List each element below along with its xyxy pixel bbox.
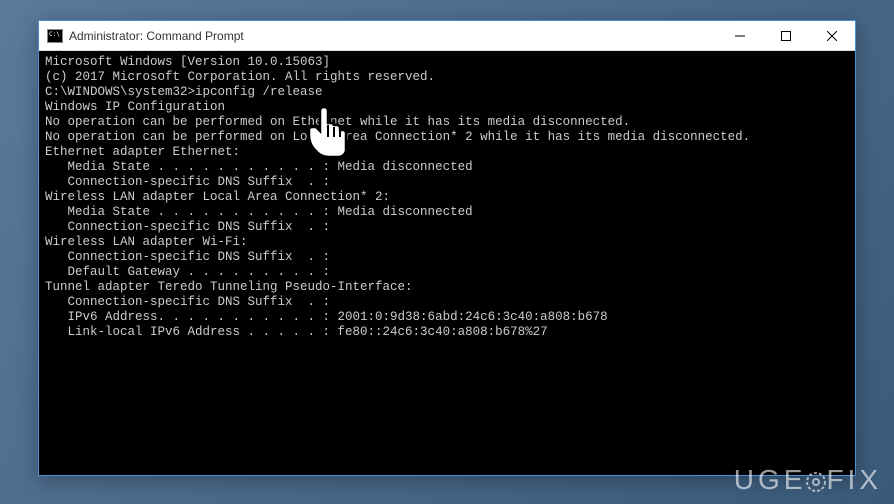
minimize-icon (735, 31, 745, 41)
watermark: UGE FIX (734, 464, 882, 496)
maximize-button[interactable] (763, 21, 809, 50)
terminal-line: Windows IP Configuration (45, 100, 849, 115)
terminal-line: No operation can be performed on Etherne… (45, 115, 849, 130)
terminal-line: Ethernet adapter Ethernet: (45, 145, 849, 160)
cmd-icon (47, 29, 63, 43)
maximize-icon (781, 31, 791, 41)
terminal-line: Connection-specific DNS Suffix . : (45, 250, 849, 265)
terminal-line: Tunnel adapter Teredo Tunneling Pseudo-I… (45, 280, 849, 295)
terminal-line: Media State . . . . . . . . . . . : Medi… (45, 160, 849, 175)
terminal-line: Default Gateway . . . . . . . . . : (45, 265, 849, 280)
terminal-line: C:\WINDOWS\system32>ipconfig /release (45, 85, 849, 100)
terminal-line: No operation can be performed on Local A… (45, 130, 849, 145)
close-icon (827, 31, 837, 41)
window-title: Administrator: Command Prompt (69, 29, 717, 43)
minimize-button[interactable] (717, 21, 763, 50)
terminal-line: (c) 2017 Microsoft Corporation. All righ… (45, 70, 849, 85)
terminal-line: Connection-specific DNS Suffix . : (45, 295, 849, 310)
command-prompt-window: Administrator: Command Prompt Microsoft … (38, 20, 856, 476)
gear-icon (806, 464, 826, 496)
terminal-line: IPv6 Address. . . . . . . . . . . : 2001… (45, 310, 849, 325)
terminal-line: Media State . . . . . . . . . . . : Medi… (45, 205, 849, 220)
watermark-suffix: FIX (826, 464, 882, 495)
terminal-line: Microsoft Windows [Version 10.0.15063] (45, 55, 849, 70)
titlebar[interactable]: Administrator: Command Prompt (39, 21, 855, 51)
window-controls (717, 21, 855, 50)
close-button[interactable] (809, 21, 855, 50)
terminal-line: Wireless LAN adapter Local Area Connecti… (45, 190, 849, 205)
terminal-line: Wireless LAN adapter Wi-Fi: (45, 235, 849, 250)
terminal-output[interactable]: Microsoft Windows [Version 10.0.15063](c… (39, 51, 855, 475)
terminal-line: Connection-specific DNS Suffix . : (45, 220, 849, 235)
terminal-line: Link-local IPv6 Address . . . . . : fe80… (45, 325, 849, 340)
watermark-prefix: UGE (734, 464, 807, 495)
terminal-line: Connection-specific DNS Suffix . : (45, 175, 849, 190)
